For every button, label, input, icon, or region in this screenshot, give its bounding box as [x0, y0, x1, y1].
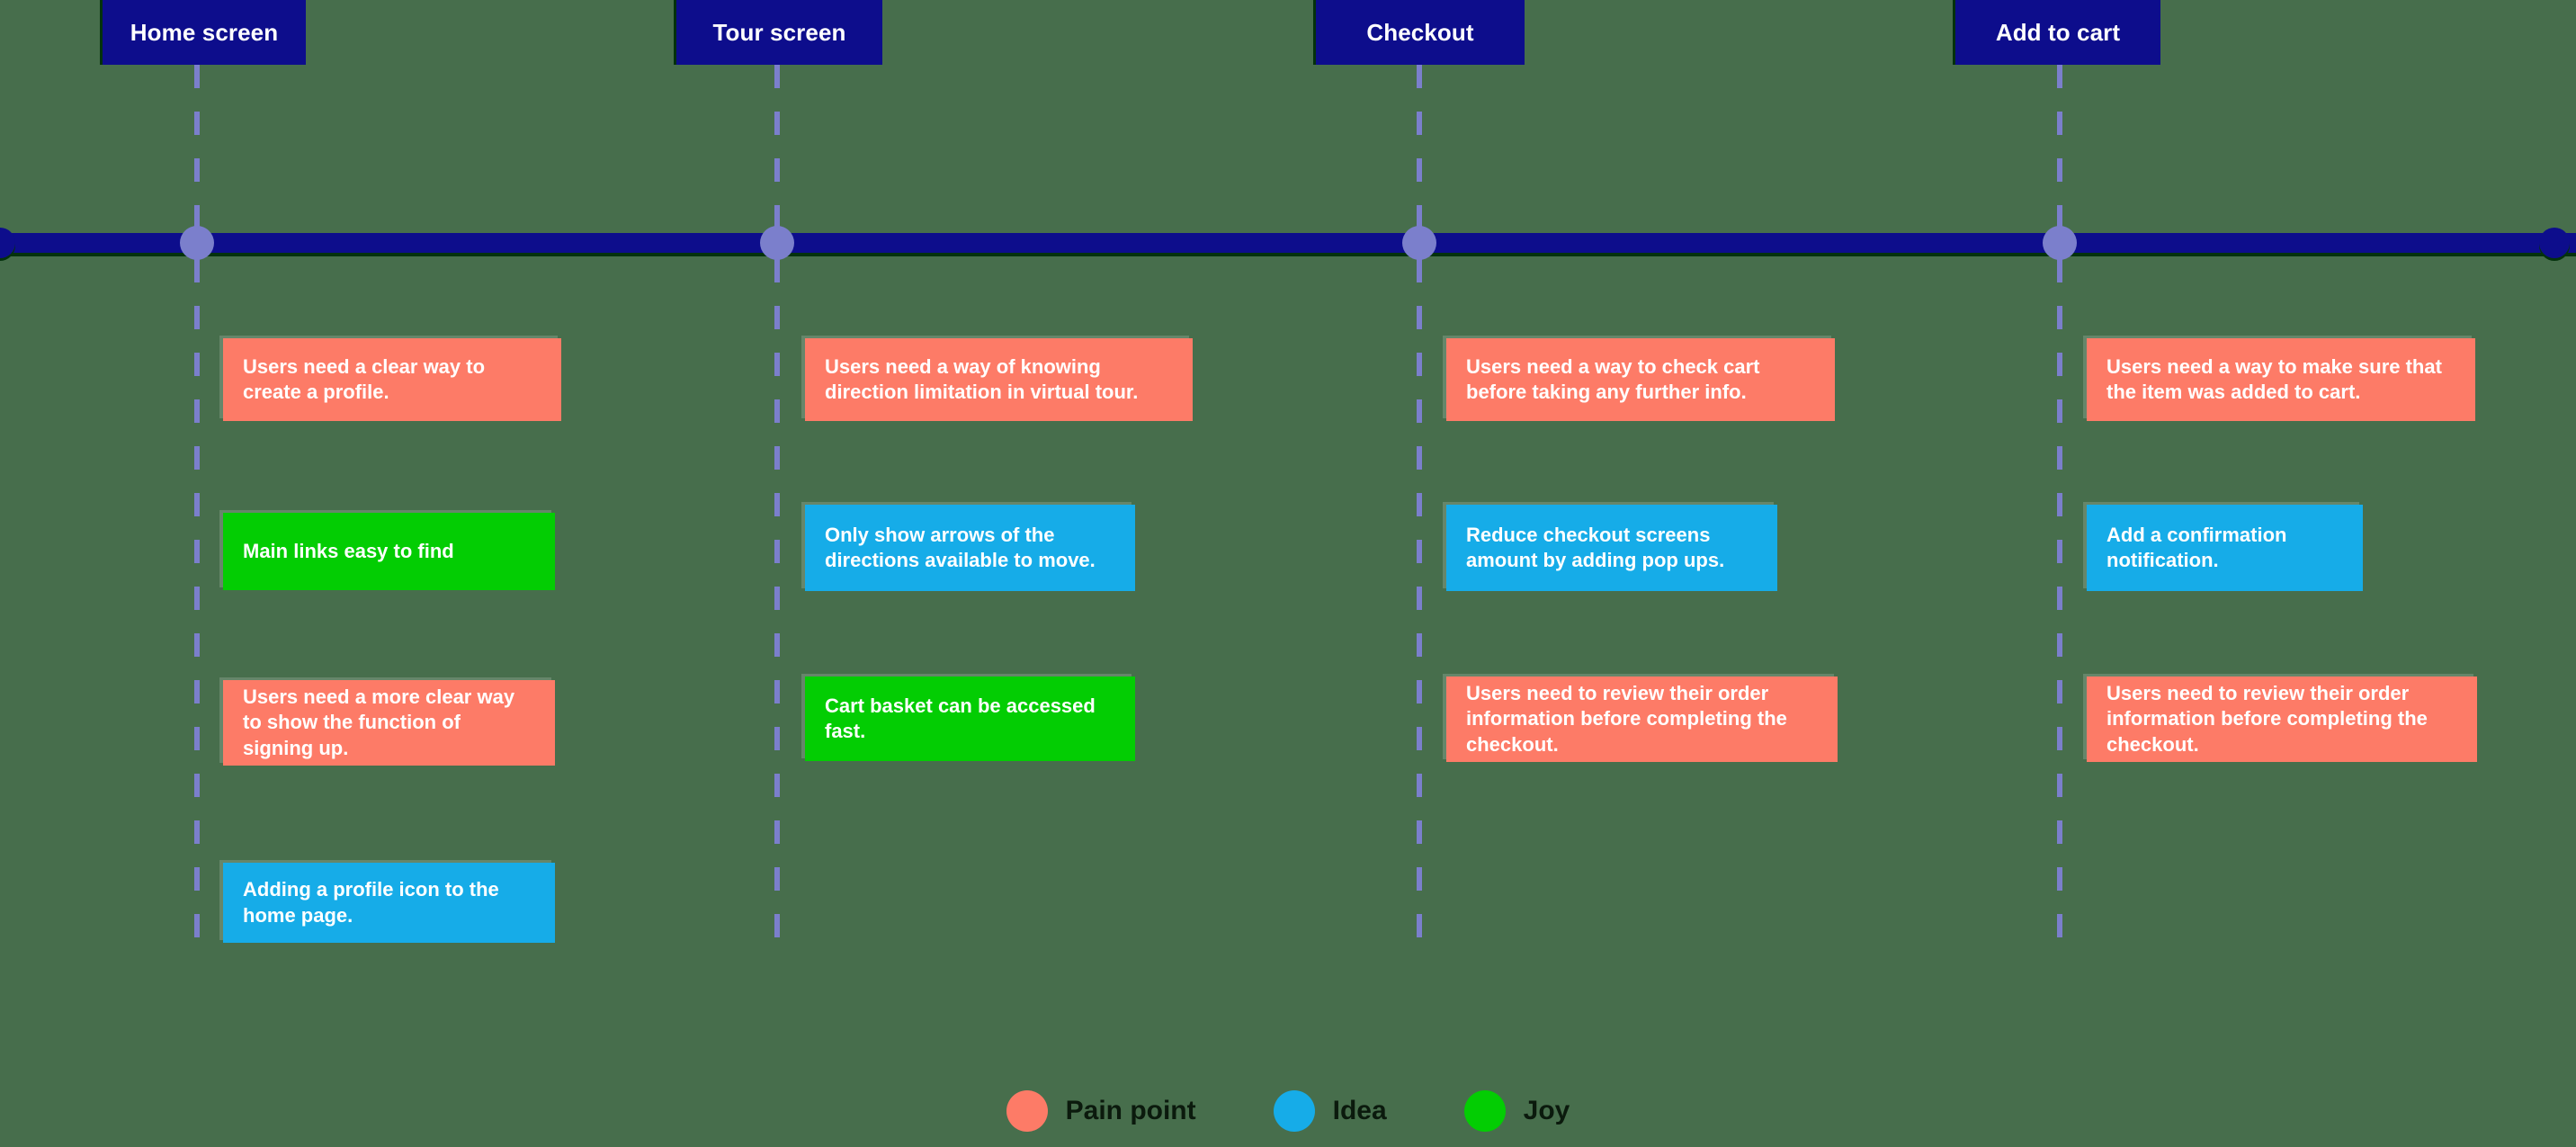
sticky-note-text: Users need a clear way to create a profi…: [243, 354, 486, 403]
sticky-note-idea[interactable]: Reduce checkout screens amount by adding…: [1446, 505, 1777, 591]
sticky-note-text: Users need a way of knowing direction li…: [825, 354, 1139, 403]
stage-guide-upper-checkout: [1417, 65, 1422, 229]
stage-guide-upper-tour-screen: [774, 65, 780, 229]
stage-header-label: Checkout: [1366, 18, 1474, 46]
stage-guide-upper-home-screen: [194, 65, 200, 229]
sticky-note-pain[interactable]: Users need a way to check cart before ta…: [1446, 338, 1835, 421]
sticky-note-text: Cart basket can be accessed fast.: [825, 694, 1096, 742]
stage-header-home-screen[interactable]: Home screen: [103, 0, 306, 65]
legend: Pain point Idea Joy: [0, 1075, 2576, 1147]
legend-item-idea: Idea: [1273, 1090, 1387, 1132]
sticky-note-idea[interactable]: Only show arrows of the directions avail…: [805, 505, 1135, 591]
stage-header-label: Home screen: [130, 18, 279, 46]
sticky-note-text: Users need to review their order informa…: [1466, 682, 1787, 756]
sticky-note-pain[interactable]: Users need a way to make sure that the i…: [2087, 338, 2475, 421]
sticky-note-idea[interactable]: Add a confirmation notification.: [2087, 505, 2363, 591]
legend-label: Idea: [1332, 1096, 1387, 1125]
timeline-end-cap: [2539, 228, 2570, 258]
sticky-note-text: Users need to review their order informa…: [2106, 682, 2428, 756]
stage-header-tour-screen[interactable]: Tour screen: [676, 0, 882, 65]
stage-guide-lower-checkout: [1417, 259, 1422, 943]
sticky-note-text: Users need a way to make sure that the i…: [2106, 354, 2442, 403]
timeline-node-add-to-cart[interactable]: [2043, 226, 2077, 260]
timeline-bar: [0, 233, 2576, 253]
sticky-note-text: Reduce checkout screens amount by adding…: [1466, 523, 1725, 571]
sticky-note-pain[interactable]: Users need a clear way to create a profi…: [223, 338, 561, 421]
sticky-note-pain[interactable]: Users need to review their order informa…: [2087, 677, 2477, 762]
sticky-note-joy[interactable]: Main links easy to find: [223, 513, 555, 590]
timeline-node-tour-screen[interactable]: [760, 226, 794, 260]
stage-guide-upper-add-to-cart: [2057, 65, 2062, 229]
sticky-note-pain[interactable]: Users need to review their order informa…: [1446, 677, 1838, 762]
sticky-note-text: Users need a more clear way to show the …: [243, 686, 515, 759]
stage-header-add-to-cart[interactable]: Add to cart: [1955, 0, 2160, 65]
sticky-note-joy[interactable]: Cart basket can be accessed fast.: [805, 677, 1135, 761]
sticky-note-text: Main links easy to find: [243, 539, 454, 562]
sticky-note-text: Users need a way to check cart before ta…: [1466, 354, 1760, 403]
stage-guide-lower-tour-screen: [774, 259, 780, 943]
legend-item-joy: Joy: [1463, 1090, 1570, 1132]
stage-header-label: Tour screen: [712, 18, 846, 46]
legend-item-pain-point: Pain point: [1006, 1090, 1196, 1132]
stage-guide-lower-home-screen: [194, 259, 200, 943]
journey-map-board: Home screen Tour screen Checkout Add to car…: [0, 0, 2576, 1135]
legend-swatch-joy-icon: [1463, 1090, 1506, 1132]
timeline-node-checkout[interactable]: [1402, 226, 1436, 260]
stage-header-label: Add to cart: [1995, 18, 2121, 46]
sticky-note-pain[interactable]: Users need a way of knowing direction li…: [805, 338, 1193, 421]
legend-swatch-idea-icon: [1273, 1090, 1315, 1132]
sticky-note-text: Only show arrows of the directions avail…: [825, 523, 1096, 571]
legend-swatch-pain-point-icon: [1006, 1090, 1048, 1132]
sticky-note-text: Add a confirmation notification.: [2106, 523, 2287, 571]
legend-label: Pain point: [1065, 1096, 1196, 1125]
sticky-note-text: Adding a profile icon to the home page.: [243, 878, 499, 927]
stage-header-checkout[interactable]: Checkout: [1316, 0, 1525, 65]
sticky-note-pain[interactable]: Users need a more clear way to show the …: [223, 680, 555, 766]
sticky-note-idea[interactable]: Adding a profile icon to the home page.: [223, 863, 555, 943]
timeline-node-home-screen[interactable]: [180, 226, 214, 260]
stage-guide-lower-add-to-cart: [2057, 259, 2062, 943]
legend-label: Joy: [1523, 1096, 1570, 1125]
